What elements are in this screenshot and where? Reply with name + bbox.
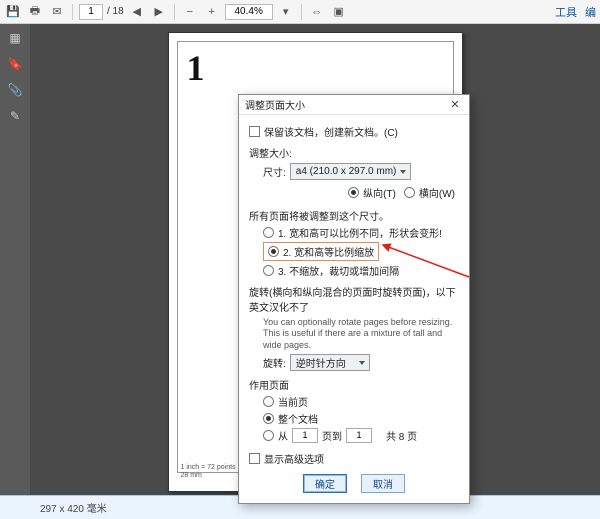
ok-button[interactable]: 确定 xyxy=(303,474,347,493)
fit-option-3-label: 3. 不缩放，裁切或增加间隔 xyxy=(278,263,399,278)
apply-all-label: 整个文档 xyxy=(278,411,318,426)
keep-doc-label: 保留该文档，创建新文档。(C) xyxy=(264,124,398,139)
fit-page-icon[interactable]: ▣ xyxy=(330,3,348,21)
fit-option-3-radio[interactable] xyxy=(263,265,274,276)
fit-option-2-label: 2. 宽和高等比例缩放 xyxy=(283,244,374,259)
apply-group-label: 作用页面 xyxy=(249,377,459,392)
apply-from-label: 从 xyxy=(278,428,288,443)
orientation-portrait-radio[interactable] xyxy=(348,187,359,198)
keep-doc-checkbox[interactable] xyxy=(249,126,260,137)
page-number-graphic: 1 xyxy=(187,47,205,89)
apply-current-radio[interactable] xyxy=(263,396,274,407)
rotate-combo[interactable]: 逆时针方向 xyxy=(290,354,370,371)
attachments-icon[interactable]: 📎 xyxy=(7,82,23,98)
fit-option-2-radio[interactable] xyxy=(268,246,279,257)
more-link[interactable]: 编 xyxy=(585,4,596,20)
close-icon[interactable]: ✕ xyxy=(447,97,463,113)
bookmarks-icon[interactable]: 🔖 xyxy=(7,56,23,72)
next-page-icon[interactable]: ▶ xyxy=(150,3,168,21)
zoom-out-icon[interactable]: − xyxy=(181,3,199,21)
fit-option-2-wrap: 2. 宽和高等比例缩放 xyxy=(263,242,379,261)
page-footer-2: 28 mm xyxy=(181,472,202,479)
toolbar: 💾 🖶 ✉ / 18 ◀ ▶ − + 40.4% ▾ ⇔ ▣ 工具 编 xyxy=(0,0,600,24)
orientation-landscape-label: 横向(W) xyxy=(419,185,455,200)
mail-icon[interactable]: ✉ xyxy=(48,3,66,21)
orientation-portrait-label: 纵向(T) xyxy=(363,185,396,200)
show-advanced-checkbox[interactable] xyxy=(249,453,260,464)
fit-option-1-radio[interactable] xyxy=(263,227,274,238)
size-label: 尺寸: xyxy=(263,164,286,179)
dialog-titlebar: 调整页面大小 ✕ xyxy=(239,95,469,115)
rotate-label: 旋转: xyxy=(263,355,286,370)
rotate-note: You can optionally rotate pages before r… xyxy=(263,317,459,351)
dialog-title: 调整页面大小 xyxy=(245,97,305,112)
save-icon[interactable]: 💾 xyxy=(4,3,22,21)
fit-option-1-label: 1. 宽和高可以比例不同，形状会变形! xyxy=(278,225,442,240)
chevron-down-icon[interactable]: ▾ xyxy=(277,3,295,21)
page-footer-1: 1 inch = 72 points xyxy=(181,464,236,471)
resize-pages-dialog: 调整页面大小 ✕ 保留该文档，创建新文档。(C) 调整大小: 尺寸: a4 (2… xyxy=(238,94,470,504)
signatures-icon[interactable]: ✎ xyxy=(7,108,23,124)
rotate-group-label: 旋转(横向和纵向混合的页面时旋转页面)，以下英文汉化不了 xyxy=(249,284,459,314)
print-icon[interactable]: 🖶 xyxy=(26,3,44,21)
apply-all-radio[interactable] xyxy=(263,413,274,424)
show-advanced-label: 显示高级选项 xyxy=(264,451,324,466)
thumbnails-icon[interactable]: ▦ xyxy=(7,30,23,46)
orientation-landscape-radio[interactable] xyxy=(404,187,415,198)
apply-current-label: 当前页 xyxy=(278,394,308,409)
page-total-label: / 18 xyxy=(107,6,124,17)
left-sidebar: ▦ 🔖 📎 ✎ xyxy=(0,24,30,495)
zoom-in-icon[interactable]: + xyxy=(203,3,221,21)
fit-group-label: 所有页面将被调整到这个尺寸。 xyxy=(249,208,459,223)
apply-total-label: 共 8 页 xyxy=(386,428,417,443)
page-size-combo[interactable]: a4 (210.0 x 297.0 mm) xyxy=(290,163,412,180)
range-to-input[interactable] xyxy=(346,428,372,443)
apply-range-radio[interactable] xyxy=(263,430,274,441)
prev-page-icon[interactable]: ◀ xyxy=(128,3,146,21)
zoom-level[interactable]: 40.4% xyxy=(225,4,273,20)
fit-width-icon[interactable]: ⇔ xyxy=(308,3,326,21)
size-group-label: 调整大小: xyxy=(249,145,459,160)
apply-to-label: 页到 xyxy=(322,428,342,443)
range-from-input[interactable] xyxy=(292,428,318,443)
tools-link[interactable]: 工具 xyxy=(555,4,577,20)
cancel-button[interactable]: 取消 xyxy=(361,474,405,493)
page-number-input[interactable] xyxy=(79,4,103,20)
page-dimensions-label: 297 x 420 毫米 xyxy=(40,500,107,515)
